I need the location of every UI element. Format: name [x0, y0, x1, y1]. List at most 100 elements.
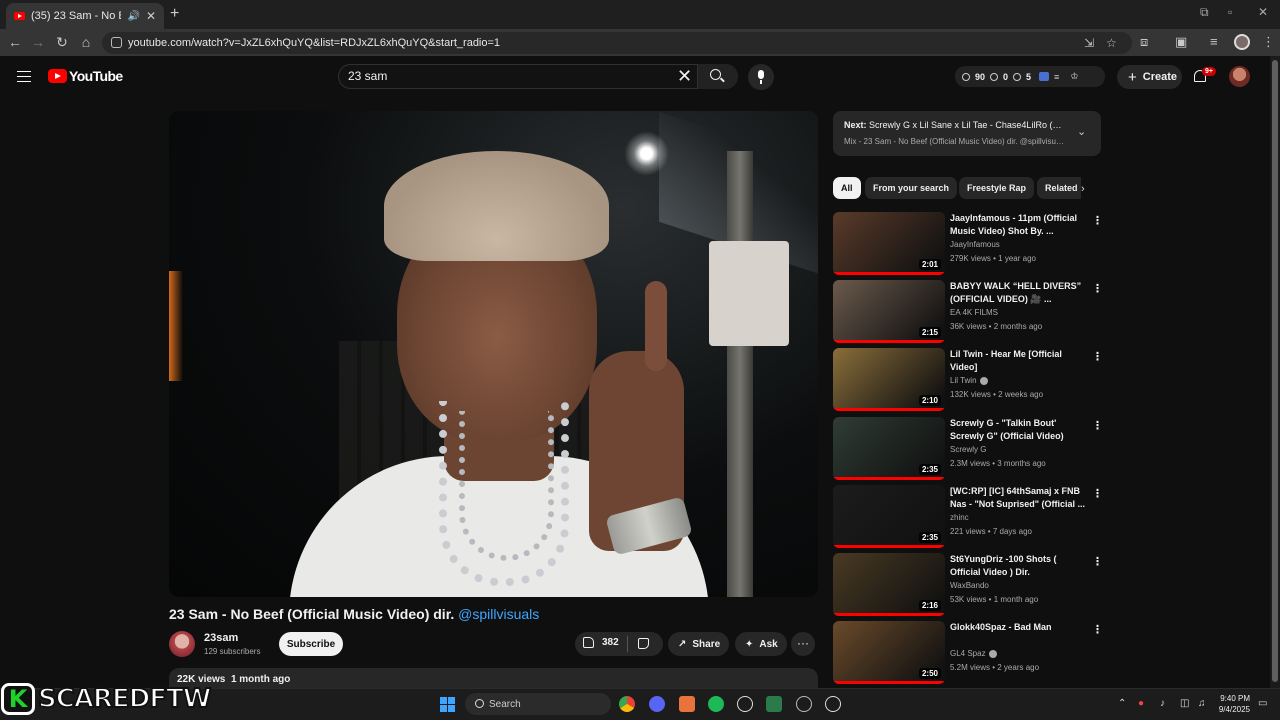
ask-button[interactable]: ✦ Ask [735, 632, 787, 656]
voice-search-icon[interactable] [748, 64, 774, 90]
more-options-icon[interactable]: ⋮ [1092, 214, 1103, 227]
reading-list-icon[interactable]: ≡ [1210, 34, 1218, 49]
recommendation-item[interactable]: 2:35 [WC:RP] [IC] 64thSamaj x FNB Nas - "… [833, 484, 1103, 548]
system-clock[interactable]: 9:40 PM 9/4/2025 [1216, 693, 1250, 715]
share-button[interactable]: ↗ Share [668, 632, 729, 656]
extension-stats[interactable]: 90 0 5 ≡ ♔ [955, 66, 1105, 87]
tray-app-icon[interactable]: ● [1138, 698, 1144, 709]
next-video[interactable]: Next: Screwly G x Lil Sane x Lil Tae - C… [844, 120, 1066, 130]
chrome-icon[interactable] [619, 696, 635, 712]
discord-icon[interactable] [649, 696, 665, 712]
video-thumbnail[interactable]: 2:15 [833, 280, 945, 344]
more-options-icon[interactable]: ⋮ [1092, 350, 1103, 363]
app-icon[interactable] [679, 696, 695, 712]
back-icon[interactable]: ← [6, 34, 24, 50]
app-icon[interactable] [737, 696, 753, 712]
tab-audio-icon[interactable]: 🔊 [127, 11, 139, 22]
app-icon[interactable] [825, 696, 841, 712]
restore-icon[interactable]: ▫ [1228, 5, 1232, 19]
like-button[interactable]: 382 [583, 637, 619, 648]
app-icon[interactable] [766, 696, 782, 712]
recommendation-channel[interactable]: Screwly G [950, 445, 986, 454]
menu-icon[interactable] [17, 71, 31, 82]
video-player[interactable] [169, 111, 818, 597]
recommendation-title[interactable]: Screwly G - "Talkin Bout' Screwly G" (Of… [950, 417, 1086, 443]
video-thumbnail[interactable]: 2:16 [833, 553, 945, 616]
reload-icon[interactable]: ↻ [53, 34, 71, 51]
search-query[interactable]: 23 sam [348, 69, 387, 83]
site-info-icon[interactable] [111, 37, 122, 48]
recommendation-item[interactable]: 2:01 JaayInfamous - 11pm (Official Music … [833, 212, 1103, 275]
recommendation-title[interactable]: [WC:RP] [IC] 64thSamaj x FNB Nas - "Not … [950, 485, 1086, 511]
more-actions-button[interactable]: ··· [791, 632, 815, 656]
translate-icon[interactable] [1039, 72, 1050, 81]
recommendation-item[interactable]: 2:16 St6YungDriz -100 Shots ( Official Vi… [833, 553, 1103, 616]
recommendation-channel[interactable]: GL4 Spaz [950, 649, 997, 658]
chip-all[interactable]: All [833, 177, 861, 199]
recommendation-channel[interactable]: JaayInfamous [950, 240, 1000, 249]
microphone-icon[interactable]: ♪ [1160, 698, 1165, 709]
recommendation-channel[interactable]: WaxBando [950, 581, 989, 590]
channel-name[interactable]: 23sam [204, 632, 238, 644]
list-icon[interactable]: ≡ [1054, 72, 1059, 82]
bookmark-star-icon[interactable]: ☆ [1106, 36, 1117, 50]
more-options-icon[interactable]: ⋮ [1092, 555, 1103, 568]
install-app-icon[interactable]: ⇲ [1084, 36, 1094, 50]
account-avatar[interactable] [1229, 66, 1250, 87]
windows-start-icon[interactable] [440, 697, 455, 712]
forward-icon[interactable]: → [29, 34, 47, 50]
more-options-icon[interactable]: ⋮ [1092, 419, 1103, 432]
create-button[interactable]: + Create [1117, 65, 1182, 89]
trophy-icon[interactable]: ♔ [1070, 71, 1078, 82]
chip-freestyle-rap[interactable]: Freestyle Rap [959, 177, 1035, 199]
youtube-logo-text[interactable]: YouTube [69, 68, 123, 84]
director-link[interactable]: @spillvisuals [458, 606, 539, 622]
scrollbar-thumb[interactable] [1272, 60, 1278, 682]
tab-search-icon[interactable]: ⧉ [1200, 5, 1209, 20]
video-thumbnail[interactable]: 2:50 [833, 621, 945, 685]
dislike-button[interactable] [638, 638, 649, 649]
app-icon[interactable] [796, 696, 812, 712]
network-icon[interactable]: ◫ [1180, 698, 1189, 709]
youtube-logo-icon[interactable] [48, 69, 67, 83]
recommendation-channel[interactable]: Lil Twin [950, 376, 988, 385]
more-options-icon[interactable]: ⋮ [1092, 487, 1103, 500]
recommendation-title[interactable]: St6YungDriz -100 Shots ( Official Video … [950, 553, 1086, 580]
clear-search-icon[interactable]: ✕ [677, 66, 692, 87]
playlist-next-panel[interactable] [833, 111, 1101, 156]
volume-icon[interactable]: ♫ [1198, 698, 1206, 709]
address-bar[interactable]: youtube.com/watch?v=JxZL6xhQuYQ&list=RDJ… [102, 32, 1132, 54]
chip-from-your-search[interactable]: From your search [865, 177, 958, 199]
chip-related[interactable]: Related [1037, 177, 1081, 199]
recommendation-title[interactable]: Glokk40Spaz - Bad Man [950, 621, 1086, 634]
side-panel-icon[interactable]: ▣ [1175, 34, 1187, 50]
recommendation-item[interactable]: 2:35 Screwly G - "Talkin Bout' Screwly G"… [833, 416, 1103, 480]
extensions-icon[interactable]: ⧈ [1140, 34, 1148, 50]
window-close-icon[interactable]: ✕ [1258, 5, 1268, 19]
new-tab-button[interactable]: + [170, 5, 179, 23]
browser-tab-active[interactable]: (35) 23 Sam - No Beef (Official Music Vi… [6, 3, 164, 29]
recommendation-channel[interactable]: zhinc [950, 513, 969, 522]
video-thumbnail[interactable]: 2:01 [833, 212, 945, 275]
chevron-down-icon[interactable]: ⌄ [1077, 125, 1086, 138]
recommendation-item[interactable]: 2:15 BABYY WALK “HELL DIVERS” (OFFICIAL V… [833, 280, 1103, 344]
spotify-icon[interactable] [708, 696, 724, 712]
search-button[interactable] [697, 64, 738, 89]
more-options-icon[interactable]: ⋮ [1092, 282, 1103, 295]
recommendation-item[interactable]: 2:10 Lil Twin - Hear Me [Official Video] L… [833, 348, 1103, 412]
more-options-icon[interactable]: ⋮ [1092, 623, 1103, 636]
subscribe-button[interactable]: Subscribe [279, 632, 343, 656]
chevron-right-icon[interactable]: › [1081, 183, 1085, 195]
recommendation-title[interactable]: JaayInfamous - 11pm (Official Music Vide… [950, 212, 1086, 238]
video-thumbnail[interactable]: 2:35 [833, 484, 945, 548]
channel-avatar[interactable] [169, 631, 195, 657]
tab-close-icon[interactable]: ✕ [146, 9, 156, 23]
tray-chevron-icon[interactable]: ⌃ [1118, 698, 1126, 709]
browser-profile-avatar[interactable] [1234, 34, 1250, 50]
video-thumbnail[interactable]: 2:35 [833, 416, 945, 480]
browser-menu-icon[interactable]: ⋮ [1262, 34, 1275, 50]
recommendation-channel[interactable]: EA 4K FILMS [950, 308, 998, 317]
notification-center-icon[interactable]: ▭ [1258, 698, 1267, 709]
home-icon[interactable]: ⌂ [77, 34, 95, 50]
video-thumbnail[interactable]: 2:10 [833, 348, 945, 412]
